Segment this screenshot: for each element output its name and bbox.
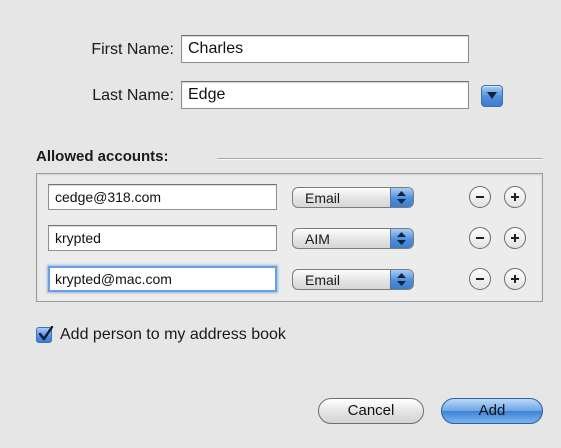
allowed-accounts-list: Email AIM [36,173,543,302]
account-type-popup[interactable]: Email [292,187,414,208]
first-name-label: First Name: [91,41,174,58]
checkmark-icon [38,326,54,341]
minus-icon [476,196,484,198]
plus-icon [511,193,519,201]
account-type-popup[interactable]: Email [292,269,414,290]
account-address-field[interactable] [48,266,277,292]
up-down-arrows-icon [390,188,413,207]
last-name-field[interactable] [181,81,469,109]
add-button[interactable]: Add [441,398,543,424]
plus-icon [511,234,519,242]
chevron-down-icon [487,92,497,99]
first-name-row: First Name: [0,35,561,65]
first-name-field[interactable] [181,35,469,63]
remove-account-button[interactable] [469,186,491,208]
up-down-arrows-icon [390,270,413,289]
last-name-row: Last Name: [0,81,561,111]
minus-icon [476,278,484,280]
last-name-label: Last Name: [92,87,174,104]
add-account-button[interactable] [504,227,526,249]
minus-icon [476,237,484,239]
account-address-field[interactable] [48,225,277,251]
up-down-arrows-icon [390,229,413,248]
account-type-value: Email [305,272,341,288]
add-to-address-book-label: Add person to my address book [60,326,286,343]
remove-account-button[interactable] [469,268,491,290]
add-account-button[interactable] [504,186,526,208]
account-row: AIM [37,223,542,253]
add-person-sheet: First Name: Last Name: Allowed accounts:… [0,0,561,448]
account-address-field[interactable] [48,184,277,210]
allowed-accounts-heading: Allowed accounts: [36,148,169,165]
add-to-address-book-checkbox[interactable] [36,326,54,343]
add-account-button[interactable] [504,268,526,290]
account-row: Email [37,264,542,294]
plus-icon [511,275,519,283]
section-divider [217,158,543,160]
account-type-value: Email [305,190,341,206]
cancel-button[interactable]: Cancel [318,398,424,424]
account-type-value: AIM [305,231,330,247]
account-type-popup[interactable]: AIM [292,228,414,249]
remove-account-button[interactable] [469,227,491,249]
more-fields-disclosure-button[interactable] [481,85,503,107]
account-row: Email [37,182,542,212]
